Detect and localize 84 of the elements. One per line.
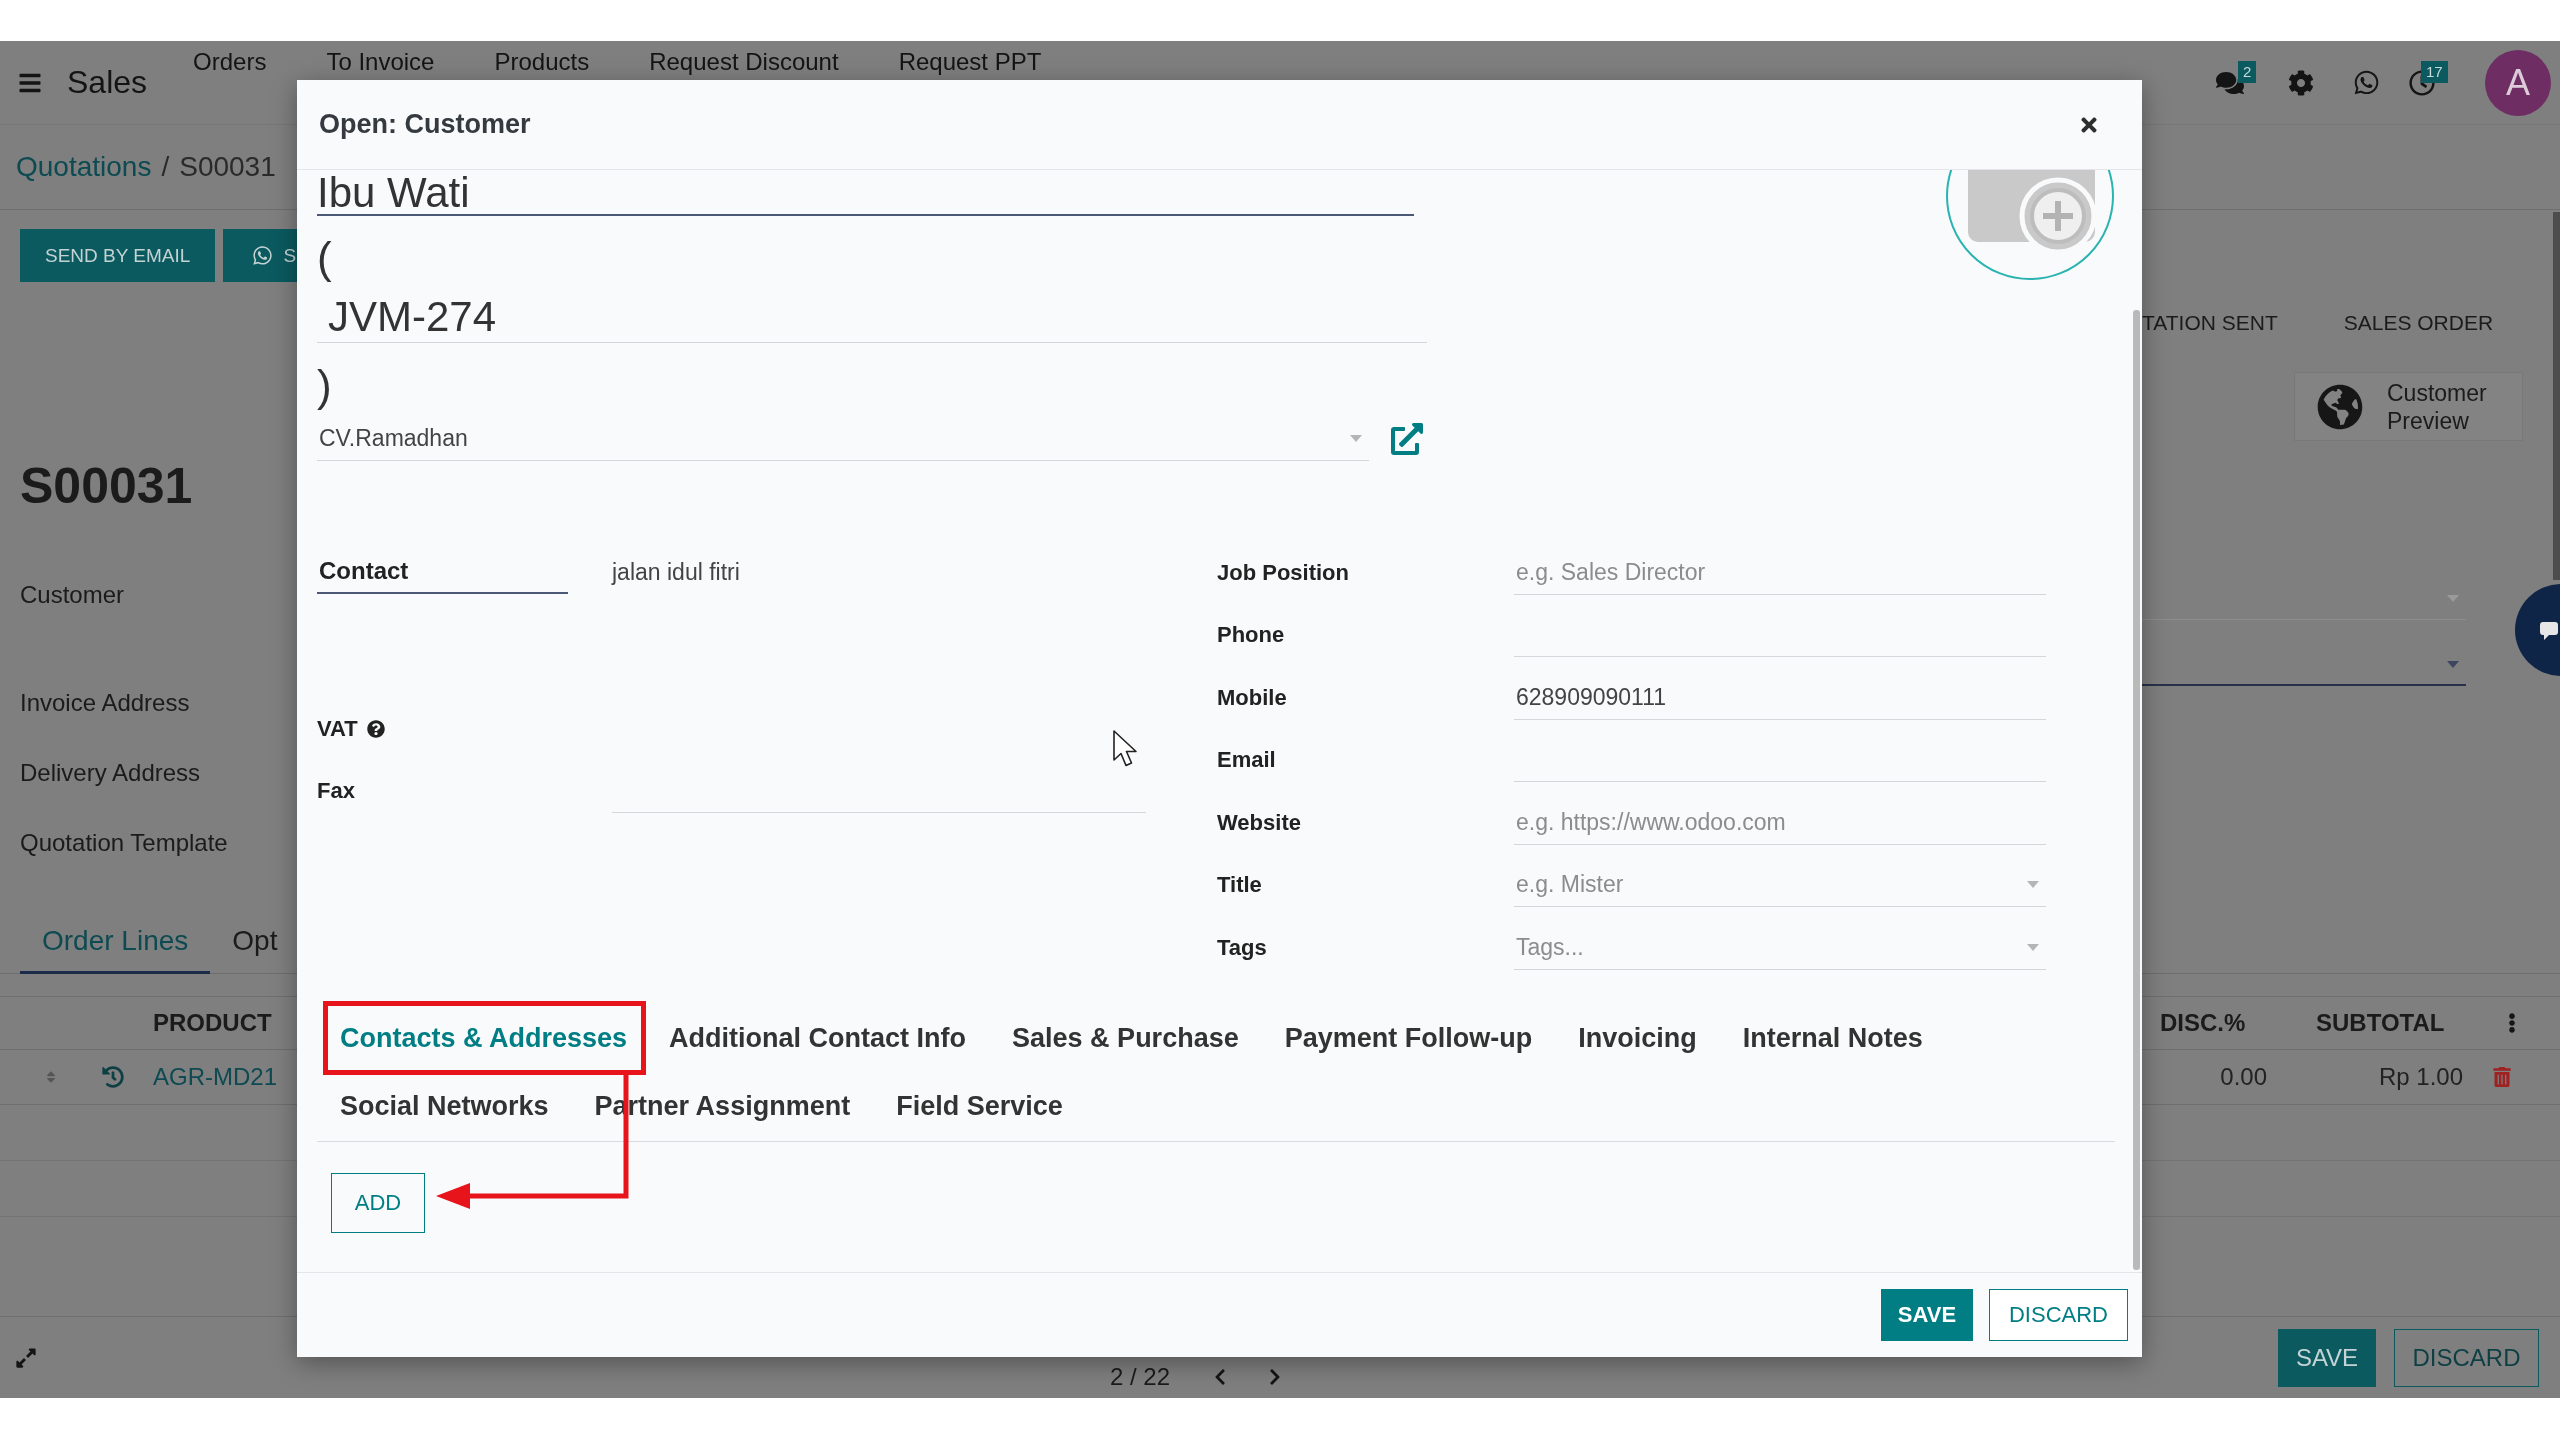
- column-header[interactable]: SUBTOTAL: [2290, 1009, 2445, 1037]
- field-label: Email: [1217, 746, 1276, 774]
- field-label: Fax: [317, 778, 355, 804]
- app-title: Sales: [67, 64, 148, 101]
- name-field[interactable]: Ibu Wati: [317, 172, 1414, 216]
- save-button[interactable]: SAVE: [1881, 1289, 1973, 1341]
- menu-item[interactable]: Request PPT: [868, 48, 1072, 76]
- pager-text: 2 / 22: [1110, 1363, 1171, 1391]
- drag-handle-icon[interactable]: [44, 1070, 58, 1084]
- field-label: Website: [1217, 808, 1301, 837]
- phone-chat-icon: [252, 245, 274, 266]
- address-type-select[interactable]: Contact: [317, 550, 568, 594]
- status-step[interactable]: TATION SENT: [2142, 300, 2311, 345]
- field-label: Mobile: [1217, 683, 1287, 712]
- dialog-scrollbar[interactable]: [2133, 310, 2140, 1270]
- save-button[interactable]: SAVE: [2278, 1328, 2376, 1387]
- menu-item[interactable]: To Invoice: [296, 48, 465, 76]
- table-cell: 0.00: [2220, 1063, 2267, 1091]
- field-label: Invoice Address: [20, 688, 191, 718]
- notification-badge: 17: [2421, 60, 2448, 83]
- discard-button[interactable]: DISCARD: [1989, 1289, 2128, 1341]
- record-title: S00031: [19, 457, 194, 516]
- product-link[interactable]: AGR-MD21: [153, 1063, 278, 1091]
- field-label: VAT: [317, 716, 358, 742]
- field-label: Title: [1217, 871, 1262, 899]
- external-link-icon[interactable]: [1391, 423, 1423, 455]
- tab[interactable]: Sales & Purchase: [989, 1006, 1262, 1069]
- field-label: Quotation Template: [20, 828, 229, 858]
- breadcrumb-separator: /: [161, 151, 170, 183]
- tab[interactable]: Field Service: [873, 1074, 1086, 1137]
- caret-icon: [2447, 595, 2459, 602]
- page-scrollbar[interactable]: [2553, 212, 2560, 580]
- field-label: Customer: [20, 580, 126, 610]
- reference-field[interactable]: JVM-274: [317, 292, 1427, 343]
- chat-bubble-button[interactable]: [2515, 584, 2560, 676]
- caret-icon: [1350, 435, 1362, 442]
- caret-icon: [2447, 660, 2459, 668]
- field-label: Job Position: [1217, 558, 1349, 587]
- breadcrumb-current: S00031: [179, 151, 276, 183]
- street-text: jalan idul fitri: [612, 557, 740, 587]
- column-header[interactable]: PRODUCT: [153, 1009, 272, 1037]
- tab[interactable]: Additional Contact Info: [646, 1006, 990, 1069]
- settings-icon[interactable]: [2288, 69, 2314, 96]
- help-icon[interactable]: [366, 720, 385, 738]
- tab[interactable]: Internal Notes: [1719, 1006, 1946, 1069]
- add-button[interactable]: ADD: [331, 1172, 425, 1233]
- field-label: Phone: [1217, 621, 1285, 649]
- tab[interactable]: Social Networks: [317, 1074, 572, 1137]
- tab[interactable]: Contacts & Addresses: [328, 1005, 642, 1070]
- field-label: Tags: [1217, 933, 1267, 962]
- text-field[interactable]: e.g. https://www.odoo.com: [1514, 800, 2046, 845]
- select-field[interactable]: e.g. Mister: [1514, 863, 2046, 907]
- caret-icon: [2027, 881, 2039, 888]
- breadcrumb-link[interactable]: Quotations: [16, 151, 152, 183]
- preview-button[interactable]: Customer Preview: [2294, 372, 2523, 441]
- tab[interactable]: Invoicing: [1555, 1006, 1720, 1069]
- table-cell: Rp 1.00: [2378, 1063, 2463, 1091]
- user-avatar[interactable]: A: [2485, 49, 2551, 116]
- menu-item[interactable]: Products: [464, 48, 620, 76]
- send-email-button[interactable]: SEND BY EMAIL: [20, 229, 216, 282]
- phone-chat-icon[interactable]: [2352, 69, 2380, 96]
- parenthesis-text: ): [317, 364, 332, 408]
- tab[interactable]: Opt: [210, 910, 297, 974]
- text-field[interactable]: 628909090111: [1514, 675, 2046, 720]
- send-message-button[interactable]: S: [223, 229, 297, 282]
- mouse-pointer-icon: [1113, 730, 1137, 767]
- parenthesis-text: (: [317, 236, 332, 280]
- text-field[interactable]: e.g. Sales Director: [1514, 550, 2046, 595]
- caret-icon: [2027, 943, 2039, 951]
- field-label: Delivery Address: [20, 758, 202, 788]
- company-select[interactable]: CV.Ramadhan: [317, 417, 1369, 461]
- status-step[interactable]: SALES ORDER: [2310, 300, 2527, 345]
- column-header[interactable]: DISC.%: [2142, 1009, 2246, 1037]
- expand-icon[interactable]: [15, 1346, 37, 1369]
- tab[interactable]: Payment Follow-up: [1261, 1006, 1556, 1069]
- discard-button[interactable]: DISCARD: [2394, 1328, 2539, 1387]
- menu-item[interactable]: Orders: [163, 48, 297, 76]
- history-icon[interactable]: [102, 1066, 124, 1088]
- dialog-title: Open: Customer: [319, 109, 531, 140]
- menu-item[interactable]: Request Discount: [619, 48, 869, 76]
- notification-badge: 2: [2238, 60, 2257, 83]
- select-field[interactable]: Tags...: [1514, 925, 2046, 970]
- tab[interactable]: Order Lines: [20, 910, 211, 974]
- globe-icon: [2317, 383, 2363, 430]
